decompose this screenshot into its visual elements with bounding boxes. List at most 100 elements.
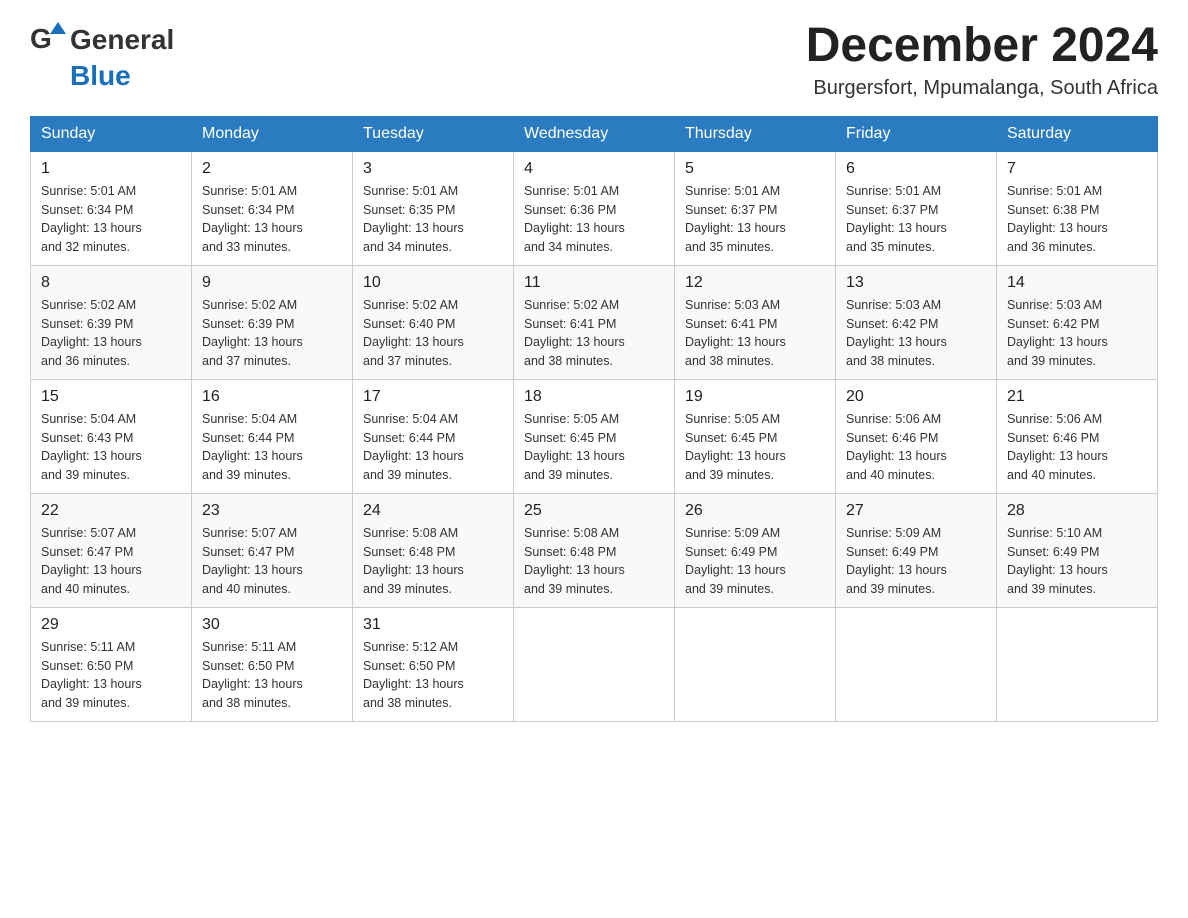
- day-info: Sunrise: 5:06 AM Sunset: 6:46 PM Dayligh…: [846, 410, 986, 485]
- day-number: 9: [202, 274, 342, 292]
- day-info: Sunrise: 5:07 AM Sunset: 6:47 PM Dayligh…: [202, 524, 342, 599]
- calendar-cell: 15 Sunrise: 5:04 AM Sunset: 6:43 PM Dayl…: [31, 379, 192, 493]
- day-number: 20: [846, 388, 986, 406]
- day-number: 19: [685, 388, 825, 406]
- day-number: 12: [685, 274, 825, 292]
- calendar-cell: 19 Sunrise: 5:05 AM Sunset: 6:45 PM Dayl…: [675, 379, 836, 493]
- calendar-cell: [836, 607, 997, 721]
- day-number: 14: [1007, 274, 1147, 292]
- calendar-cell: 27 Sunrise: 5:09 AM Sunset: 6:49 PM Dayl…: [836, 493, 997, 607]
- logo: G General Blue: [30, 20, 174, 92]
- day-number: 5: [685, 160, 825, 178]
- weekday-header-monday: Monday: [192, 116, 353, 151]
- day-info: Sunrise: 5:06 AM Sunset: 6:46 PM Dayligh…: [1007, 410, 1147, 485]
- day-number: 11: [524, 274, 664, 292]
- day-info: Sunrise: 5:09 AM Sunset: 6:49 PM Dayligh…: [846, 524, 986, 599]
- weekday-header-wednesday: Wednesday: [514, 116, 675, 151]
- day-info: Sunrise: 5:01 AM Sunset: 6:36 PM Dayligh…: [524, 182, 664, 257]
- day-info: Sunrise: 5:07 AM Sunset: 6:47 PM Dayligh…: [41, 524, 181, 599]
- calendar-cell: 21 Sunrise: 5:06 AM Sunset: 6:46 PM Dayl…: [997, 379, 1158, 493]
- day-info: Sunrise: 5:12 AM Sunset: 6:50 PM Dayligh…: [363, 638, 503, 713]
- title-area: December 2024 Burgersfort, Mpumalanga, S…: [806, 20, 1158, 100]
- calendar-cell: 24 Sunrise: 5:08 AM Sunset: 6:48 PM Dayl…: [353, 493, 514, 607]
- day-number: 18: [524, 388, 664, 406]
- calendar-cell: 8 Sunrise: 5:02 AM Sunset: 6:39 PM Dayli…: [31, 265, 192, 379]
- weekday-header-row: SundayMondayTuesdayWednesdayThursdayFrid…: [31, 116, 1158, 151]
- weekday-header-friday: Friday: [836, 116, 997, 151]
- logo-icon: G: [30, 20, 66, 60]
- day-info: Sunrise: 5:03 AM Sunset: 6:42 PM Dayligh…: [846, 296, 986, 371]
- day-info: Sunrise: 5:01 AM Sunset: 6:37 PM Dayligh…: [846, 182, 986, 257]
- calendar-cell: [514, 607, 675, 721]
- logo-blue-text: Blue: [70, 60, 131, 92]
- calendar-cell: 12 Sunrise: 5:03 AM Sunset: 6:41 PM Dayl…: [675, 265, 836, 379]
- day-info: Sunrise: 5:04 AM Sunset: 6:44 PM Dayligh…: [363, 410, 503, 485]
- weekday-header-saturday: Saturday: [997, 116, 1158, 151]
- calendar-cell: 6 Sunrise: 5:01 AM Sunset: 6:37 PM Dayli…: [836, 151, 997, 265]
- day-number: 21: [1007, 388, 1147, 406]
- day-number: 16: [202, 388, 342, 406]
- day-info: Sunrise: 5:01 AM Sunset: 6:35 PM Dayligh…: [363, 182, 503, 257]
- day-info: Sunrise: 5:01 AM Sunset: 6:37 PM Dayligh…: [685, 182, 825, 257]
- day-number: 1: [41, 160, 181, 178]
- calendar-cell: 18 Sunrise: 5:05 AM Sunset: 6:45 PM Dayl…: [514, 379, 675, 493]
- day-number: 13: [846, 274, 986, 292]
- location-title: Burgersfort, Mpumalanga, South Africa: [806, 77, 1158, 100]
- day-number: 30: [202, 616, 342, 634]
- calendar-cell: 4 Sunrise: 5:01 AM Sunset: 6:36 PM Dayli…: [514, 151, 675, 265]
- calendar-week-row: 22 Sunrise: 5:07 AM Sunset: 6:47 PM Dayl…: [31, 493, 1158, 607]
- calendar-cell: 10 Sunrise: 5:02 AM Sunset: 6:40 PM Dayl…: [353, 265, 514, 379]
- day-number: 26: [685, 502, 825, 520]
- day-number: 29: [41, 616, 181, 634]
- day-info: Sunrise: 5:08 AM Sunset: 6:48 PM Dayligh…: [363, 524, 503, 599]
- calendar-cell: 23 Sunrise: 5:07 AM Sunset: 6:47 PM Dayl…: [192, 493, 353, 607]
- calendar-week-row: 1 Sunrise: 5:01 AM Sunset: 6:34 PM Dayli…: [31, 151, 1158, 265]
- day-info: Sunrise: 5:05 AM Sunset: 6:45 PM Dayligh…: [685, 410, 825, 485]
- day-number: 10: [363, 274, 503, 292]
- day-info: Sunrise: 5:08 AM Sunset: 6:48 PM Dayligh…: [524, 524, 664, 599]
- day-number: 28: [1007, 502, 1147, 520]
- day-info: Sunrise: 5:02 AM Sunset: 6:40 PM Dayligh…: [363, 296, 503, 371]
- calendar-week-row: 15 Sunrise: 5:04 AM Sunset: 6:43 PM Dayl…: [31, 379, 1158, 493]
- calendar-cell: 16 Sunrise: 5:04 AM Sunset: 6:44 PM Dayl…: [192, 379, 353, 493]
- calendar-cell: 1 Sunrise: 5:01 AM Sunset: 6:34 PM Dayli…: [31, 151, 192, 265]
- svg-text:G: G: [30, 23, 52, 54]
- calendar-cell: 9 Sunrise: 5:02 AM Sunset: 6:39 PM Dayli…: [192, 265, 353, 379]
- day-info: Sunrise: 5:04 AM Sunset: 6:43 PM Dayligh…: [41, 410, 181, 485]
- day-info: Sunrise: 5:01 AM Sunset: 6:34 PM Dayligh…: [41, 182, 181, 257]
- day-number: 24: [363, 502, 503, 520]
- day-number: 2: [202, 160, 342, 178]
- day-info: Sunrise: 5:11 AM Sunset: 6:50 PM Dayligh…: [41, 638, 181, 713]
- day-number: 27: [846, 502, 986, 520]
- day-info: Sunrise: 5:03 AM Sunset: 6:41 PM Dayligh…: [685, 296, 825, 371]
- day-info: Sunrise: 5:10 AM Sunset: 6:49 PM Dayligh…: [1007, 524, 1147, 599]
- calendar-cell: 13 Sunrise: 5:03 AM Sunset: 6:42 PM Dayl…: [836, 265, 997, 379]
- calendar-cell: 26 Sunrise: 5:09 AM Sunset: 6:49 PM Dayl…: [675, 493, 836, 607]
- day-info: Sunrise: 5:05 AM Sunset: 6:45 PM Dayligh…: [524, 410, 664, 485]
- page-header: G General Blue December 2024 Burgersfort…: [30, 20, 1158, 100]
- calendar-cell: 3 Sunrise: 5:01 AM Sunset: 6:35 PM Dayli…: [353, 151, 514, 265]
- calendar-cell: 20 Sunrise: 5:06 AM Sunset: 6:46 PM Dayl…: [836, 379, 997, 493]
- day-info: Sunrise: 5:11 AM Sunset: 6:50 PM Dayligh…: [202, 638, 342, 713]
- day-info: Sunrise: 5:02 AM Sunset: 6:39 PM Dayligh…: [202, 296, 342, 371]
- calendar-table: SundayMondayTuesdayWednesdayThursdayFrid…: [30, 116, 1158, 722]
- calendar-cell: 22 Sunrise: 5:07 AM Sunset: 6:47 PM Dayl…: [31, 493, 192, 607]
- calendar-cell: 28 Sunrise: 5:10 AM Sunset: 6:49 PM Dayl…: [997, 493, 1158, 607]
- calendar-cell: 31 Sunrise: 5:12 AM Sunset: 6:50 PM Dayl…: [353, 607, 514, 721]
- calendar-cell: 14 Sunrise: 5:03 AM Sunset: 6:42 PM Dayl…: [997, 265, 1158, 379]
- calendar-cell: 17 Sunrise: 5:04 AM Sunset: 6:44 PM Dayl…: [353, 379, 514, 493]
- day-info: Sunrise: 5:02 AM Sunset: 6:41 PM Dayligh…: [524, 296, 664, 371]
- calendar-cell: 30 Sunrise: 5:11 AM Sunset: 6:50 PM Dayl…: [192, 607, 353, 721]
- weekday-header-tuesday: Tuesday: [353, 116, 514, 151]
- day-number: 15: [41, 388, 181, 406]
- logo-general-text: General: [70, 24, 174, 56]
- calendar-week-row: 8 Sunrise: 5:02 AM Sunset: 6:39 PM Dayli…: [31, 265, 1158, 379]
- day-number: 17: [363, 388, 503, 406]
- weekday-header-sunday: Sunday: [31, 116, 192, 151]
- calendar-cell: 11 Sunrise: 5:02 AM Sunset: 6:41 PM Dayl…: [514, 265, 675, 379]
- calendar-cell: [997, 607, 1158, 721]
- day-number: 6: [846, 160, 986, 178]
- day-info: Sunrise: 5:04 AM Sunset: 6:44 PM Dayligh…: [202, 410, 342, 485]
- day-info: Sunrise: 5:01 AM Sunset: 6:38 PM Dayligh…: [1007, 182, 1147, 257]
- calendar-week-row: 29 Sunrise: 5:11 AM Sunset: 6:50 PM Dayl…: [31, 607, 1158, 721]
